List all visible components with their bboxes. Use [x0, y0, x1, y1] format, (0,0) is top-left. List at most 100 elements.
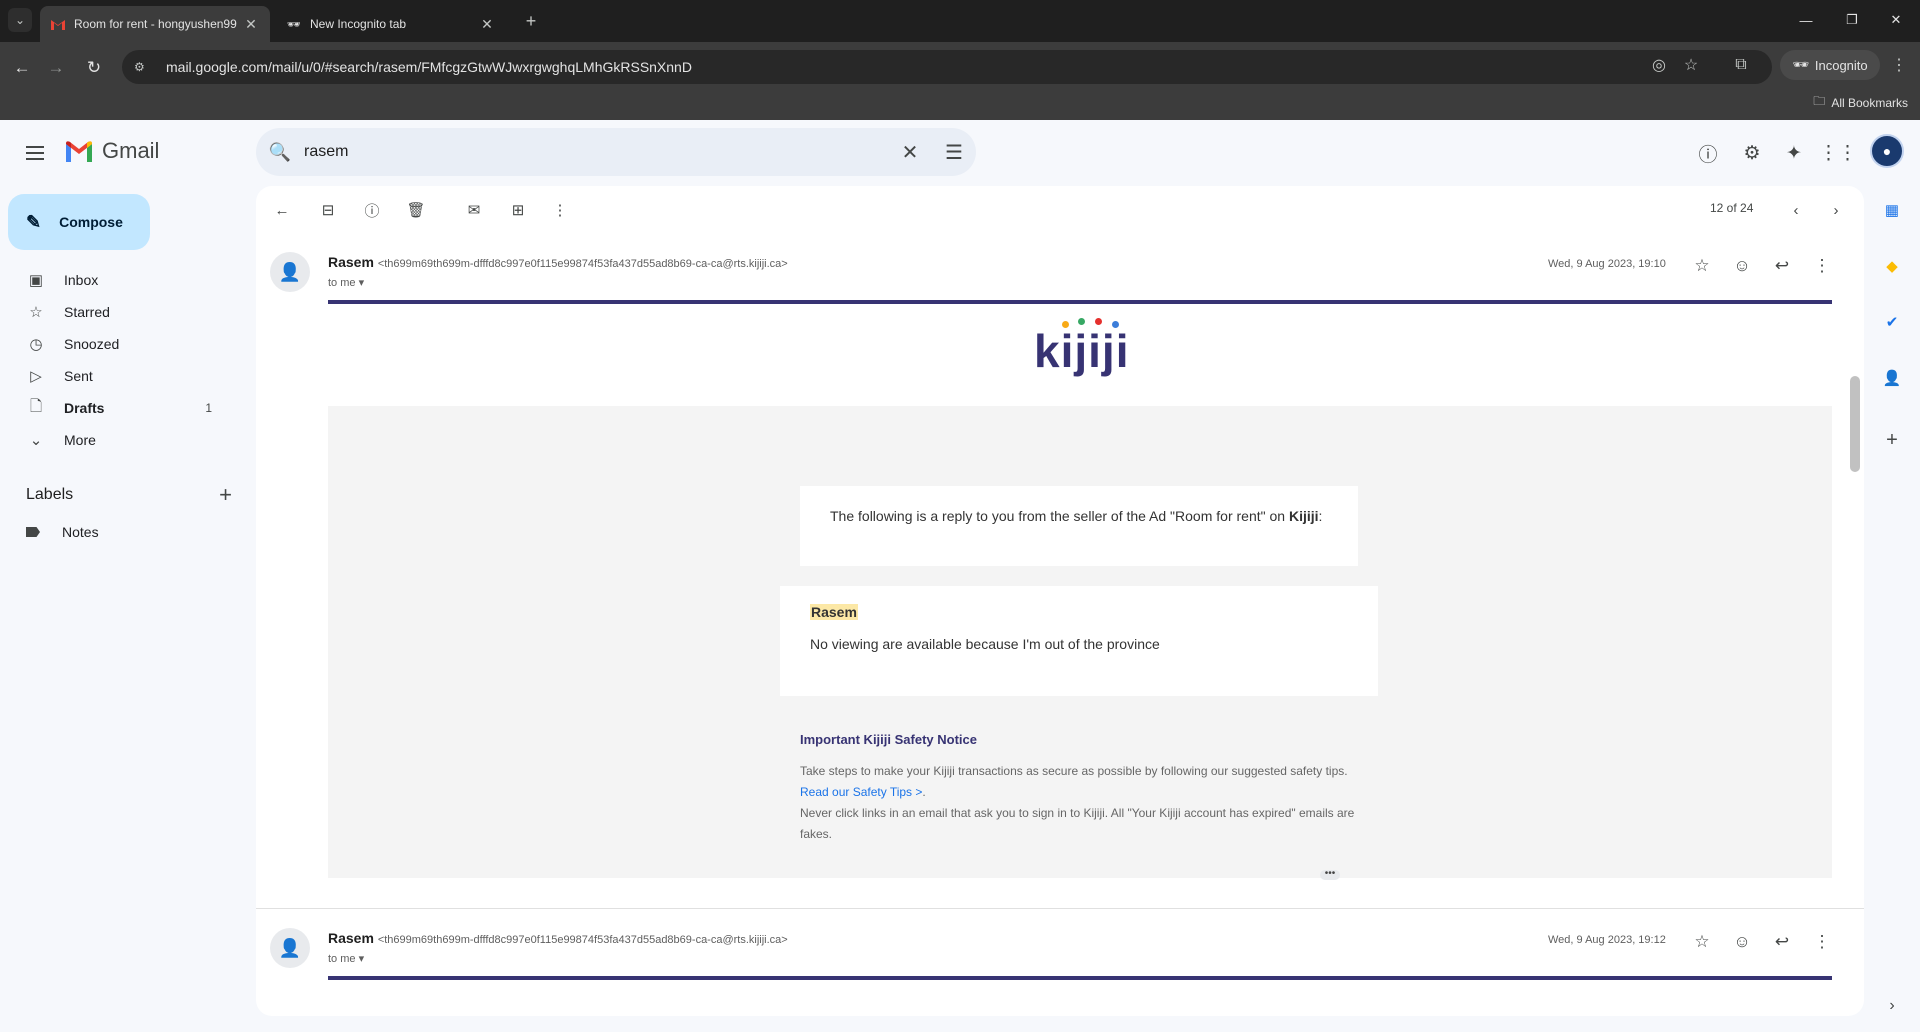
- expand-side-panel-icon[interactable]: ›: [1878, 992, 1906, 1020]
- logo-dot: [1078, 318, 1085, 325]
- message-more-icon[interactable]: ⋮: [1808, 928, 1836, 956]
- sidebar-item-more[interactable]: ⌄ More: [0, 424, 240, 456]
- star-icon[interactable]: ☆: [1688, 252, 1716, 280]
- gmail-logo[interactable]: Gmail: [64, 138, 159, 164]
- safety-title: Important Kijiji Safety Notice: [800, 732, 977, 747]
- compose-button[interactable]: ✎ Compose: [8, 194, 150, 250]
- site-info-icon[interactable]: ⚙: [134, 60, 154, 74]
- close-tab-icon[interactable]: ✕: [242, 15, 260, 33]
- forward-icon[interactable]: →: [42, 54, 70, 82]
- search-icon[interactable]: 🔍: [256, 142, 304, 163]
- reply-sender-name: Rasem: [810, 604, 858, 620]
- sender-avatar[interactable]: 👤: [270, 928, 310, 968]
- scrollbar-thumb[interactable]: [1850, 376, 1860, 472]
- sender-line: Rasem <th699m69th699m-dfffd8c997e0f115e9…: [328, 254, 788, 270]
- message-more-icon[interactable]: ⋮: [1808, 252, 1836, 280]
- gemini-sparkle-icon[interactable]: ✦: [1778, 137, 1810, 169]
- settings-gear-icon[interactable]: ⚙: [1736, 137, 1768, 169]
- sidebar-item-label: Starred: [64, 304, 110, 320]
- report-spam-icon[interactable]: ⓘ: [358, 196, 386, 224]
- show-trimmed-content-button[interactable]: •••: [1320, 869, 1340, 880]
- account-avatar[interactable]: ●: [1870, 134, 1904, 168]
- reply-icon[interactable]: ↩: [1768, 928, 1796, 956]
- intro-text: The following is a reply to you from the…: [830, 508, 1286, 524]
- address-bar[interactable]: ⚙ mail.google.com/mail/u/0/#search/rasem…: [122, 50, 1772, 84]
- star-icon[interactable]: ☆: [1688, 928, 1716, 956]
- all-bookmarks-label: All Bookmarks: [1831, 95, 1908, 110]
- mark-unread-icon[interactable]: ✉: [460, 196, 488, 224]
- reload-icon[interactable]: ↻: [80, 54, 108, 82]
- back-icon[interactable]: ←: [8, 54, 36, 82]
- eye-off-icon[interactable]: ◎: [1644, 50, 1674, 80]
- older-icon[interactable]: ›: [1822, 196, 1850, 224]
- search-bar: 🔍 ✕ ☰: [256, 128, 976, 176]
- minimize-icon[interactable]: —: [1786, 8, 1826, 32]
- safety-notice: Important Kijiji Safety Notice Take step…: [800, 732, 1360, 845]
- back-to-search-icon[interactable]: ←: [268, 196, 296, 224]
- incognito-label: Incognito: [1814, 57, 1868, 73]
- apps-grid-icon[interactable]: ⋮⋮: [1819, 137, 1857, 169]
- sidebar-item-snoozed[interactable]: ◷ Snoozed: [0, 328, 240, 360]
- sender-name[interactable]: Rasem: [328, 254, 374, 270]
- search-options-icon[interactable]: ☰: [932, 130, 976, 174]
- safety-tips-link[interactable]: Read our Safety Tips >: [800, 785, 922, 799]
- browser-toolbar: ← → ↻ ⚙ mail.google.com/mail/u/0/#search…: [0, 42, 1920, 120]
- recipient-toggle[interactable]: to me ▾: [328, 952, 364, 965]
- emoji-react-icon[interactable]: ☺: [1728, 252, 1756, 280]
- close-tab-icon[interactable]: ✕: [478, 15, 496, 33]
- tab-new-incognito[interactable]: 🕶 New Incognito tab ✕: [276, 6, 506, 42]
- sender-name[interactable]: Rasem: [328, 930, 374, 946]
- restore-icon[interactable]: ❐: [1832, 8, 1872, 32]
- label-name: Notes: [62, 524, 99, 540]
- help-icon[interactable]: ⓘ: [1692, 137, 1724, 169]
- message-date: Wed, 9 Aug 2023, 19:10: [1548, 258, 1666, 270]
- reply-intro-box: The following is a reply to you from the…: [800, 486, 1358, 566]
- tab-title: Room for rent - hongyushen99: [74, 17, 237, 31]
- tab-search-button[interactable]: ⌄: [8, 8, 32, 32]
- recipient-label: to me: [328, 277, 356, 289]
- tasks-icon[interactable]: ✔: [1878, 308, 1906, 336]
- message-divider: [256, 908, 1864, 909]
- keep-icon[interactable]: ◆: [1878, 252, 1906, 280]
- newer-icon[interactable]: ‹: [1782, 196, 1810, 224]
- chrome-menu-icon[interactable]: ⋮: [1884, 50, 1914, 80]
- delete-icon[interactable]: 🗑: [402, 196, 430, 224]
- new-tab-icon[interactable]: +: [520, 10, 542, 32]
- calendar-icon[interactable]: ▦: [1878, 196, 1906, 224]
- search-input[interactable]: [304, 143, 888, 161]
- safety-paragraph-1: Take steps to make your Kijiji transacti…: [800, 761, 1360, 803]
- sidebar-item-drafts[interactable]: 🗋 Drafts 1: [0, 392, 240, 424]
- caret-down-icon: ▾: [358, 277, 365, 289]
- sidebar-item-inbox[interactable]: ▣ Inbox: [0, 264, 240, 296]
- add-label-icon[interactable]: +: [219, 482, 232, 508]
- sidebar-item-sent[interactable]: ▷ Sent: [0, 360, 240, 392]
- logo-dot: [1095, 318, 1102, 325]
- all-bookmarks-button[interactable]: 🗀 All Bookmarks: [1813, 92, 1908, 113]
- extensions-icon[interactable]: ⧉: [1726, 50, 1756, 80]
- incognito-button[interactable]: 🕶 Incognito: [1780, 50, 1880, 80]
- browser-tab-strip: ⌄ Room for rent - hongyushen99 ✕ 🕶 New I…: [0, 0, 1920, 42]
- contacts-icon[interactable]: 👤: [1878, 364, 1906, 392]
- more-options-icon[interactable]: ⋮: [546, 196, 574, 224]
- archive-icon[interactable]: ⊟: [314, 196, 342, 224]
- gmail-header: Gmail 🔍 ✕ ☰ ⓘ ⚙ ✦ ⋮⋮ ●: [0, 120, 1920, 186]
- close-window-icon[interactable]: ✕: [1876, 8, 1916, 32]
- emoji-react-icon[interactable]: ☺: [1728, 928, 1756, 956]
- reply-icon[interactable]: ↩: [1768, 252, 1796, 280]
- recipient-toggle[interactable]: to me ▾: [328, 276, 364, 289]
- sidebar-item-label: Snoozed: [64, 336, 120, 352]
- recipient-label: to me: [328, 953, 356, 965]
- clear-search-icon[interactable]: ✕: [888, 130, 932, 174]
- reply-message-box: Rasem No viewing are available because I…: [780, 586, 1378, 696]
- main-menu-icon[interactable]: [20, 138, 50, 168]
- bookmark-star-icon[interactable]: ☆: [1676, 50, 1706, 80]
- incognito-icon: 🕶: [1792, 57, 1809, 72]
- intro-end: :: [1318, 508, 1323, 524]
- sender-avatar[interactable]: 👤: [270, 252, 310, 292]
- tab-room-for-rent[interactable]: Room for rent - hongyushen99 ✕: [40, 6, 270, 42]
- sidebar-label-notes[interactable]: Notes: [0, 516, 240, 548]
- folder-icon: 🗀: [1813, 94, 1826, 108]
- move-to-icon[interactable]: ⊞: [504, 196, 532, 224]
- add-addon-icon[interactable]: +: [1878, 426, 1906, 454]
- sidebar-item-starred[interactable]: ☆ Starred: [0, 296, 240, 328]
